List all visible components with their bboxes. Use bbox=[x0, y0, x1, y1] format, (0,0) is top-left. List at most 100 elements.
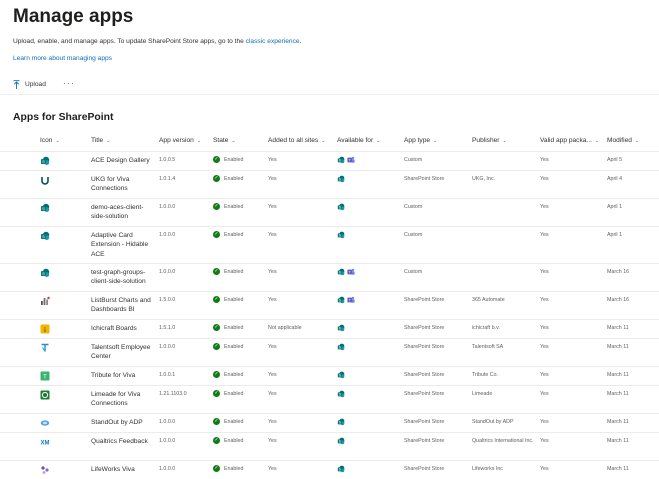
modified-date: April 5 bbox=[607, 157, 623, 163]
app-type: SharePoint Store bbox=[404, 391, 445, 397]
app-title[interactable]: ListBurst Charts and Dashboards BI bbox=[91, 296, 153, 315]
app-title[interactable]: UKG for Viva Connections bbox=[91, 175, 153, 194]
svg-text:S: S bbox=[339, 178, 341, 182]
added-to-all-sites: Yes bbox=[268, 204, 277, 210]
app-title[interactable]: Adaptive Card Extension - Hidable ACE bbox=[91, 231, 153, 259]
svg-text:XM: XM bbox=[41, 440, 50, 446]
app-title[interactable]: demo-aces-client-side-solution bbox=[91, 203, 153, 222]
more-options-button[interactable]: ··· bbox=[63, 78, 75, 88]
table-row[interactable]: S Adaptive Card Extension - Hidable ACE 1.… bbox=[0, 226, 659, 263]
lifeworks-logo-icon bbox=[40, 465, 50, 475]
column-header-available-label: Available for bbox=[337, 137, 374, 144]
description-text: Upload, enable, and manage apps. To upda… bbox=[13, 38, 246, 45]
sharepoint-icon: S bbox=[337, 390, 345, 400]
modified-date: April 1 bbox=[607, 204, 623, 210]
added-to-all-sites: Yes bbox=[268, 438, 277, 444]
table-row[interactable]: ListBurst Charts and Dashboards BI 1.5.0.… bbox=[0, 291, 659, 319]
ichicraft-logo-icon: i bbox=[40, 324, 50, 334]
table-row[interactable]: Limeade for Viva Connections 1.21.1103.0 ✓… bbox=[0, 385, 659, 413]
modified-date: March 11 bbox=[607, 344, 629, 350]
upload-button[interactable]: Upload bbox=[13, 80, 46, 89]
available-for: S bbox=[337, 231, 345, 241]
talentsoft-logo-icon bbox=[40, 343, 50, 353]
column-header-valid[interactable]: Valid app packa... ⌄ bbox=[540, 137, 599, 144]
added-to-all-sites: Yes bbox=[268, 297, 277, 303]
apps-table: Icon ⌄ Title ⌄ App version ⌄ State ⌄ Added t… bbox=[0, 131, 659, 479]
svg-text:S: S bbox=[339, 468, 341, 472]
column-header-available[interactable]: Available for ⌄ bbox=[337, 137, 380, 144]
sharepoint-icon: S bbox=[337, 203, 345, 213]
valid-app-package: Yes bbox=[540, 232, 549, 238]
table-row[interactable]: StandOut by ADP 1.0.0.0 ✓ Enabled Yes S ShareP… bbox=[0, 413, 659, 432]
modified-date: March 16 bbox=[607, 269, 630, 275]
app-state-label: Enabled bbox=[224, 437, 244, 444]
chevron-down-icon: ⌄ bbox=[321, 138, 326, 144]
valid-app-package: Yes bbox=[540, 419, 549, 425]
app-state-label: Enabled bbox=[224, 324, 244, 331]
app-title[interactable]: Qualtrics Feedback bbox=[91, 437, 153, 446]
available-for: ST bbox=[337, 268, 355, 278]
table-row[interactable]: LifeWorks Viva 1.0.0.0 ✓ Enabled Yes S SharePo… bbox=[0, 460, 659, 479]
valid-app-package: Yes bbox=[540, 204, 549, 210]
app-title[interactable]: Talentsoft Employee Center bbox=[91, 343, 153, 362]
app-type: SharePoint Store bbox=[404, 344, 445, 350]
app-title[interactable]: StandOut by ADP bbox=[91, 418, 153, 427]
table-row[interactable]: S ACE Design Gallery 1.0.0.5 ✓ Enabled Yes S T C… bbox=[0, 151, 659, 170]
column-header-added[interactable]: Added to all sites ⌄ bbox=[268, 137, 325, 144]
sharepoint-icon: S bbox=[337, 371, 345, 381]
column-header-icon-label: Icon bbox=[40, 137, 53, 144]
column-header-title[interactable]: Title ⌄ bbox=[91, 137, 110, 144]
modified-date: March 11 bbox=[607, 372, 629, 378]
table-row[interactable]: UKG for Viva Connections 1.0.1.4 ✓ Enabled Y… bbox=[0, 170, 659, 198]
modified-date: April 1 bbox=[607, 232, 623, 238]
app-title[interactable]: Tribute for Viva bbox=[91, 371, 153, 380]
app-title[interactable]: Limeade for Viva Connections bbox=[91, 390, 153, 409]
chevron-down-icon: ⌄ bbox=[376, 138, 381, 144]
svg-text:S: S bbox=[339, 440, 341, 444]
table-row[interactable]: XM Qualtrics Feedback 1.0.0.0 ✓ Enabled Yes S S… bbox=[0, 432, 659, 460]
column-header-type-label: App type bbox=[404, 137, 431, 144]
app-title[interactable]: Ichicraft Boards bbox=[91, 324, 153, 333]
table-row[interactable]: Stest-graph-groups-client-side-solution 1… bbox=[0, 263, 659, 291]
column-header-version-label: App version bbox=[159, 137, 194, 144]
sharepoint-app-icon: S bbox=[40, 268, 50, 278]
column-header-type[interactable]: App type ⌄ bbox=[404, 137, 437, 144]
app-title[interactable]: test-graph-groups-client-side-solution bbox=[91, 268, 153, 287]
app-state: ✓ Enabled bbox=[213, 418, 243, 425]
column-header-icon[interactable]: Icon ⌄ bbox=[40, 137, 60, 144]
section-title: Apps for SharePoint bbox=[13, 112, 114, 123]
app-state: ✓ Enabled bbox=[213, 324, 243, 331]
classic-experience-link[interactable]: classic experience bbox=[246, 38, 300, 45]
added-to-all-sites: Yes bbox=[268, 372, 277, 378]
column-header-state[interactable]: State ⌄ bbox=[213, 137, 236, 144]
checkmark-circle-icon: ✓ bbox=[213, 418, 220, 425]
svg-text:S: S bbox=[339, 346, 341, 350]
app-state-label: Enabled bbox=[224, 371, 244, 378]
checkmark-circle-icon: ✓ bbox=[213, 296, 220, 303]
app-state-label: Enabled bbox=[224, 175, 244, 182]
app-version: 1.5.1.0 bbox=[159, 325, 176, 331]
column-header-publisher[interactable]: Publisher ⌄ bbox=[472, 137, 507, 144]
table-row[interactable]: Talentsoft Employee Center 1.0.0.0 ✓ Enable… bbox=[0, 338, 659, 366]
app-title[interactable]: ACE Design Gallery bbox=[91, 156, 153, 165]
added-to-all-sites: Yes bbox=[268, 344, 277, 350]
app-publisher: 365 Automate bbox=[472, 297, 505, 303]
ukg-logo-icon bbox=[40, 175, 50, 185]
svg-text:S: S bbox=[339, 299, 341, 303]
table-row[interactable]: i Ichicraft Boards 1.5.1.0 ✓ Enabled Not appl… bbox=[0, 319, 659, 338]
svg-text:S: S bbox=[339, 206, 341, 210]
column-header-version[interactable]: App version ⌄ bbox=[159, 137, 201, 144]
app-version: 1.0.0.0 bbox=[159, 269, 176, 275]
checkmark-circle-icon: ✓ bbox=[213, 371, 220, 378]
learn-more-link[interactable]: Learn more about managing apps bbox=[13, 55, 112, 62]
svg-text:T: T bbox=[43, 375, 47, 381]
app-state-label: Enabled bbox=[224, 296, 244, 303]
app-title[interactable]: LifeWorks Viva bbox=[91, 465, 153, 474]
app-state: ✓ Enabled bbox=[213, 231, 243, 238]
app-publisher: Limeade bbox=[472, 391, 493, 397]
modified-date: March 16 bbox=[607, 297, 630, 303]
table-row[interactable]: T Tribute for Viva 1.0.0.1 ✓ Enabled Yes S Shar… bbox=[0, 366, 659, 385]
app-version: 1.21.1103.0 bbox=[159, 391, 187, 397]
table-row[interactable]: Sdemo-aces-client-side-solution 1.0.0.0 ✓ E… bbox=[0, 198, 659, 226]
column-header-modified[interactable]: Modified ⌄ bbox=[607, 137, 639, 144]
